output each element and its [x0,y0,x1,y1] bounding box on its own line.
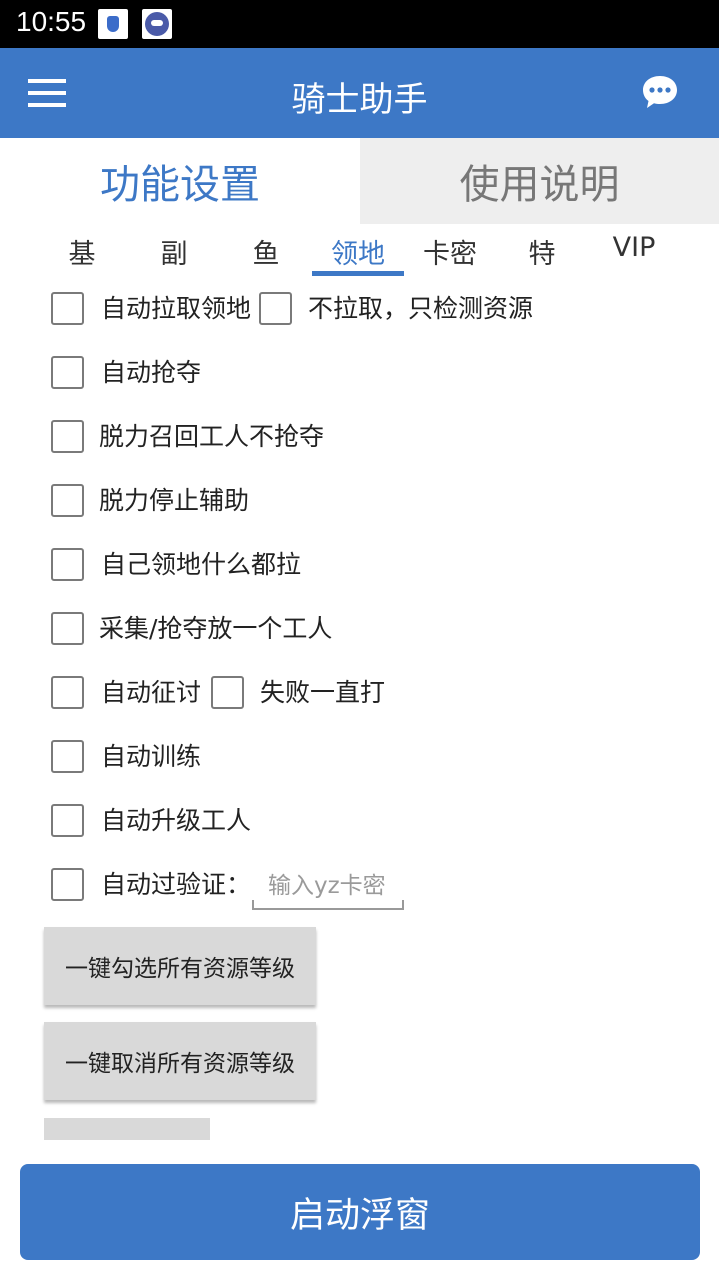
cancel-all-resource-levels-button[interactable]: 一键取消所有资源等级 [44,1022,316,1100]
chat-bubble-icon[interactable] [640,72,680,112]
status-time: 10:55 [16,6,87,37]
tab-usage-instructions[interactable]: 使用说明 [360,138,719,224]
active-subtab-indicator [312,271,404,276]
no-pull-only-detect-checkbox[interactable] [259,292,292,325]
auto-verify-checkbox[interactable] [51,868,84,901]
option-row: 自动训练 [0,734,719,784]
auto-pull-territory-checkbox[interactable] [51,292,84,325]
auto-verify-label: 自动过验证： [101,870,252,899]
exhausted-recall-checkbox[interactable] [51,420,84,453]
exhausted-recall-label: 脱力召回工人不抢夺 [99,422,325,451]
app-bar: 骑士助手 [0,48,719,138]
option-row: 自动升级工人 [0,798,719,848]
option-row: 自动征讨 失败一直打 [0,670,719,720]
keep-attacking-checkbox[interactable] [211,676,244,709]
subtab-card-key[interactable]: 卡密 [404,232,496,271]
partially-visible-button[interactable] [44,1118,210,1140]
app-title: 骑士助手 [291,80,428,120]
no-pull-only-detect-label: 不拉取，只检测资源 [308,294,534,323]
auto-plunder-label: 自动抢夺 [101,358,202,387]
one-worker-checkbox[interactable] [51,612,84,645]
subtab-vip[interactable]: VIP [588,232,680,263]
tab-feature-settings[interactable]: 功能设置 [0,138,360,224]
auto-upgrade-workers-checkbox[interactable] [51,804,84,837]
auto-upgrade-workers-label: 自动升级工人 [101,806,252,835]
subtab-special[interactable]: 特 [496,232,588,271]
subtab-fish[interactable]: 鱼 [220,232,312,271]
auto-train-label: 自动训练 [101,742,202,771]
subtab-dungeon[interactable]: 副 [128,232,220,271]
auto-plunder-checkbox[interactable] [51,356,84,389]
auto-pull-territory-label: 自动拉取领地 [101,294,252,323]
exhausted-stop-assist-checkbox[interactable] [51,484,84,517]
own-territory-pull-all-checkbox[interactable] [51,548,84,581]
status-bar: 10:55 [0,0,719,48]
keep-attacking-label: 失败一直打 [260,678,386,707]
auto-expedition-checkbox[interactable] [51,676,84,709]
option-row: 脱力召回工人不抢夺 [0,414,719,464]
start-float-window-button[interactable]: 启动浮窗 [20,1164,700,1260]
auto-expedition-label: 自动征讨 [101,678,202,707]
subtab-territory[interactable]: 领地 [312,232,404,271]
yz-card-key-input[interactable] [252,866,404,906]
sub-tabs: 基 副 鱼 领地 卡密 特 VIP [36,224,684,280]
one-worker-label: 采集/抢夺放一个工人 [99,614,333,643]
option-row: 脱力停止辅助 [0,478,719,528]
option-row: 自动抢夺 [0,350,719,400]
option-row: 自动拉取领地 不拉取，只检测资源 [0,286,719,336]
game-notification-icon [142,9,172,39]
subtab-basic[interactable]: 基 [36,232,128,271]
option-row: 采集/抢夺放一个工人 [0,606,719,656]
select-all-resource-levels-button[interactable]: 一键勾选所有资源等级 [44,927,316,1005]
own-territory-pull-all-label: 自己领地什么都拉 [101,550,302,579]
exhausted-stop-assist-label: 脱力停止辅助 [99,486,250,515]
app-notification-icon [98,9,128,39]
option-row: 自己领地什么都拉 [0,542,719,592]
auto-train-checkbox[interactable] [51,740,84,773]
yz-card-key-field [252,866,404,910]
main-tabs: 功能设置 使用说明 [0,138,719,224]
